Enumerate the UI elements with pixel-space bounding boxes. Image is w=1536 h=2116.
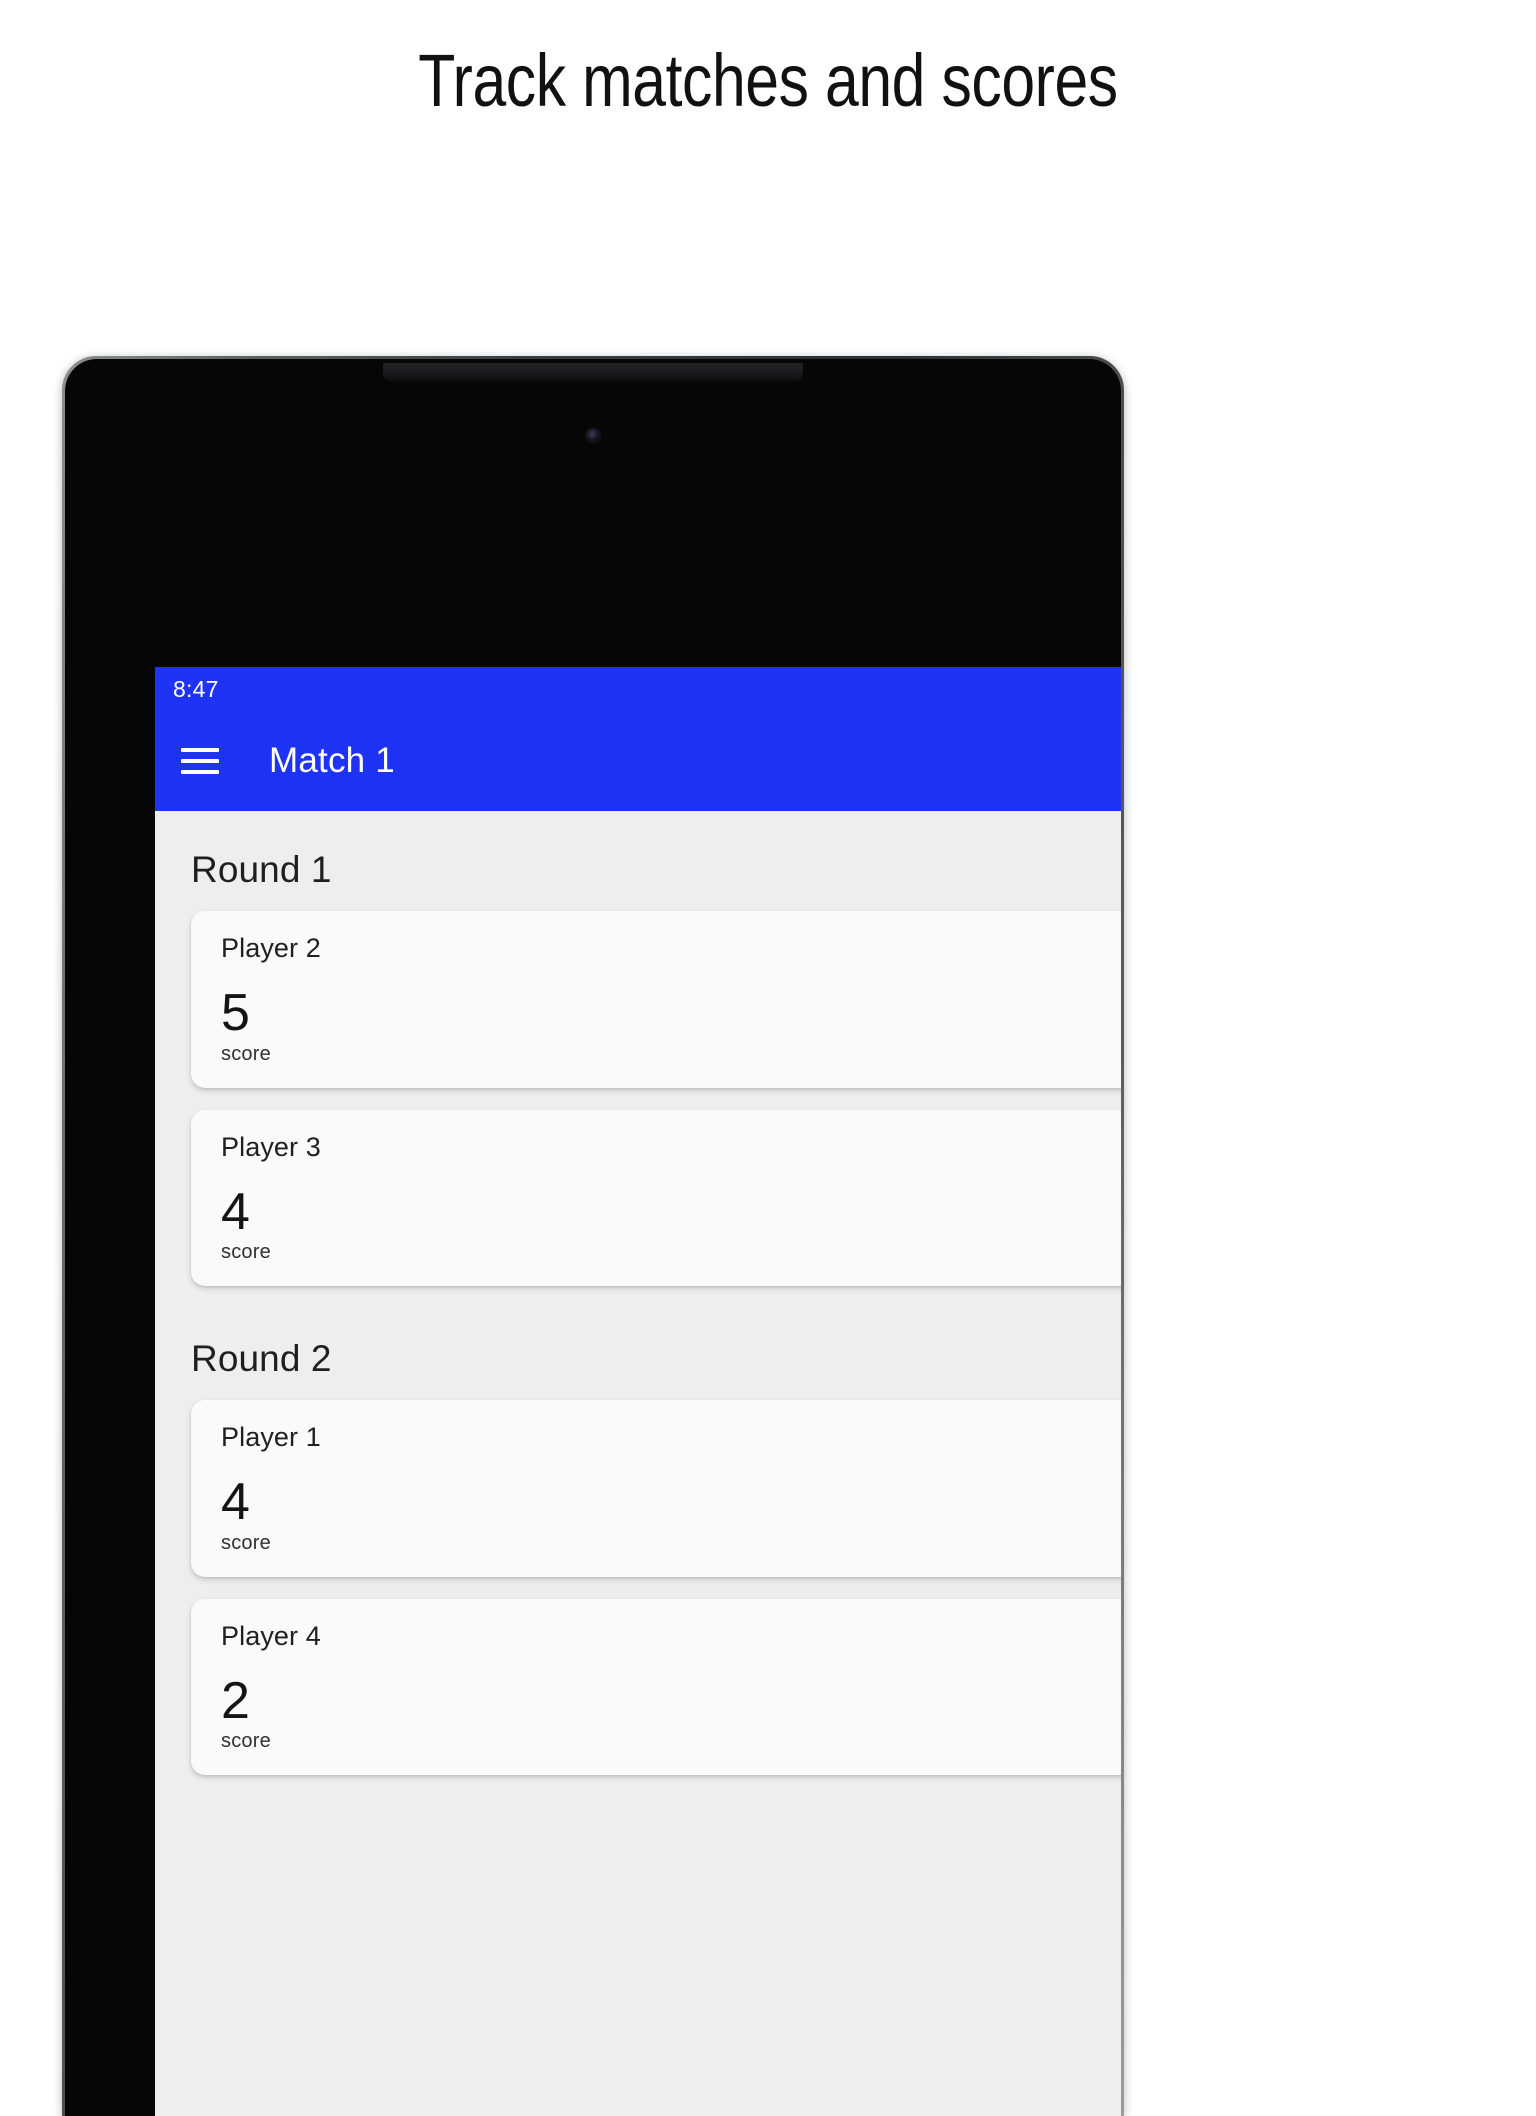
player-name: Player 1 [221, 1422, 321, 1453]
match-content: Round 1 Player 2 5 score Player 3 4 scor… [155, 811, 1121, 2116]
status-bar-clock: 8:47 [173, 675, 219, 702]
hamburger-menu-icon[interactable] [181, 744, 223, 778]
device-bezel: 8:47 Match 1 Round 1 Player 2 5 score Pl… [65, 359, 1121, 2116]
earpiece-speaker [383, 363, 803, 382]
player-score-info: Player 1 4 score [221, 1422, 1121, 1555]
score-value: 5 [221, 984, 251, 1042]
app-bar-title: Match 1 [269, 741, 395, 780]
page-headline: Track matches and scores [418, 39, 1118, 122]
score-label: score [221, 1241, 271, 1264]
front-camera-icon [586, 429, 600, 442]
score-value: 4 [221, 1473, 251, 1532]
score-label: score [221, 1730, 271, 1753]
player-score-card[interactable]: Player 4 2 score [191, 1598, 1121, 1776]
round-title: Round 2 [191, 1338, 332, 1380]
device-frame: 8:47 Match 1 Round 1 Player 2 5 score Pl… [62, 356, 1124, 2116]
score-value: 2 [221, 1671, 251, 1730]
app-bar: Match 1 1 2 3 [155, 711, 1121, 811]
round-title: Round 1 [191, 849, 332, 890]
player-score-info: Player 4 2 score [221, 1621, 1121, 1754]
player-name: Player 2 [221, 933, 321, 963]
player-score-info: Player 3 4 score [221, 1132, 1121, 1265]
status-bar: 8:47 [155, 667, 1121, 711]
player-score-card[interactable]: Player 1 4 score [191, 1400, 1121, 1577]
score-label: score [221, 1531, 271, 1554]
menu-bar-3 [181, 770, 219, 774]
player-score-card[interactable]: Player 3 4 score [191, 1109, 1121, 1287]
menu-bar-2 [181, 759, 219, 763]
player-name: Player 4 [221, 1620, 321, 1651]
score-value: 4 [221, 1182, 251, 1241]
score-label: score [221, 1042, 271, 1065]
menu-bar-1 [181, 748, 219, 752]
player-name: Player 3 [221, 1131, 321, 1162]
app-screen: 8:47 Match 1 Round 1 Player 2 5 score Pl… [155, 667, 1121, 2116]
player-score-card[interactable]: Player 2 5 score [191, 911, 1121, 1088]
player-score-info: Player 2 5 score [221, 933, 1121, 1066]
